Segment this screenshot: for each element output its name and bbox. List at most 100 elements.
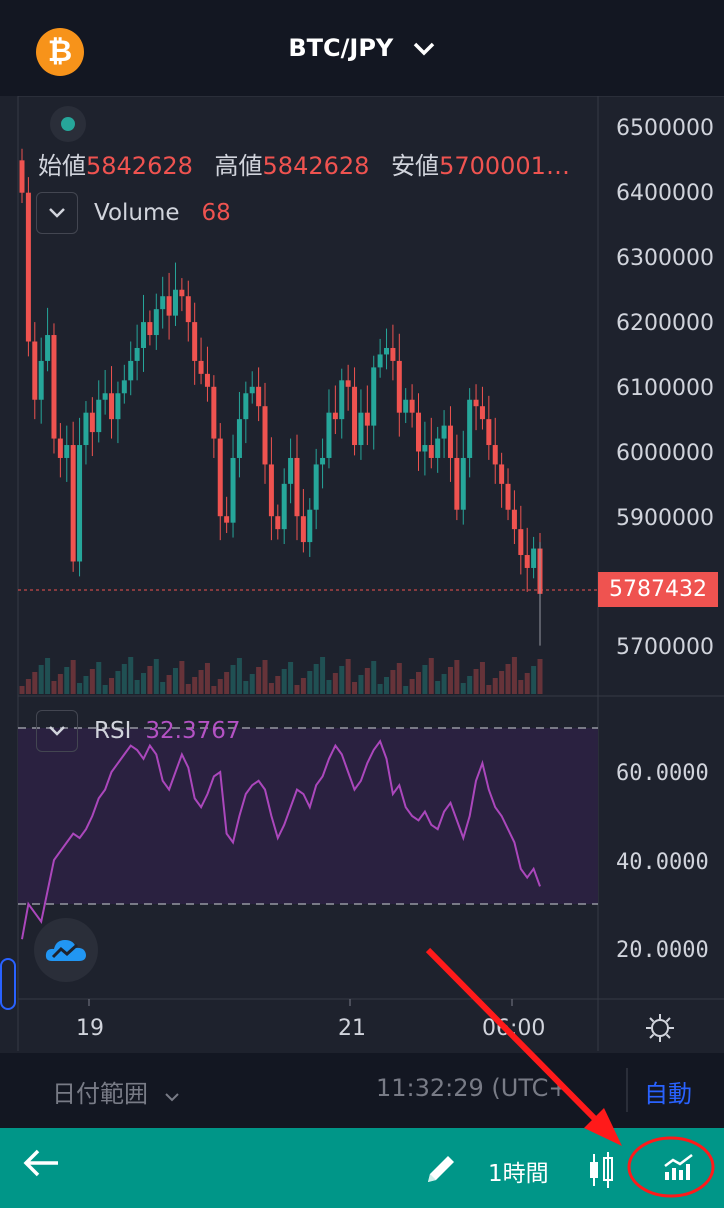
candle-body xyxy=(121,380,127,394)
candle-body xyxy=(352,386,358,446)
volume-bar xyxy=(511,657,517,694)
candle-body xyxy=(492,445,498,465)
candle-body xyxy=(224,516,230,523)
volume-bar xyxy=(115,671,121,694)
back-button[interactable] xyxy=(22,1148,60,1182)
settings-icon[interactable] xyxy=(644,1012,676,1044)
volume-bar xyxy=(313,664,319,694)
auto-scale-button[interactable]: 自動 xyxy=(644,1074,692,1109)
volume-bar xyxy=(96,662,102,694)
chevron-down-icon xyxy=(49,726,65,736)
candle-body xyxy=(403,399,409,413)
rsi-collapse-button[interactable] xyxy=(36,710,78,752)
candle-body xyxy=(447,425,453,458)
candle-body xyxy=(57,438,63,458)
volume-bar xyxy=(185,684,191,694)
candle-body xyxy=(339,380,345,420)
price-tick: 5900000 xyxy=(616,506,714,531)
rsi-label: RSI xyxy=(94,718,132,744)
candle-body xyxy=(19,160,25,193)
drawing-tools-button[interactable] xyxy=(424,1152,458,1190)
candle-body xyxy=(313,464,319,510)
candle-body xyxy=(326,412,332,458)
candle-body xyxy=(192,322,198,361)
volume-bar xyxy=(499,671,505,694)
interval-selector[interactable]: 1時間 xyxy=(488,1154,549,1188)
candle-body xyxy=(454,457,460,510)
candle-body xyxy=(320,457,326,465)
candle-body xyxy=(109,393,115,420)
indicators-icon xyxy=(664,1154,693,1180)
clock-display[interactable]: 11:32:29 (UTC+ xyxy=(376,1074,568,1102)
price-tick: 6100000 xyxy=(616,376,714,401)
volume-bar xyxy=(332,673,338,694)
volume-bar xyxy=(243,681,249,694)
volume-bar xyxy=(479,662,485,694)
volume-bar xyxy=(70,660,76,694)
candle-body xyxy=(275,516,281,530)
candle-body xyxy=(25,192,31,342)
candle-body xyxy=(467,399,473,458)
volume-bar xyxy=(109,678,115,694)
tradingview-logo-button[interactable] xyxy=(34,918,98,982)
candle-body xyxy=(217,438,223,517)
indicators-button[interactable] xyxy=(662,1152,696,1186)
volume-bar xyxy=(524,673,530,694)
candle-body xyxy=(96,399,102,433)
candle-body xyxy=(332,412,338,420)
candle-body xyxy=(441,425,447,439)
candle-body xyxy=(211,386,217,439)
volume-bar xyxy=(256,667,262,694)
candle-body xyxy=(428,445,434,458)
chevron-down-icon xyxy=(164,1093,179,1102)
volume-bar xyxy=(77,683,83,694)
candle-body xyxy=(147,322,153,336)
candle-body xyxy=(396,360,402,413)
volume-bar xyxy=(204,663,210,694)
candle-body xyxy=(166,296,172,316)
candle-body xyxy=(64,445,70,458)
volume-bar xyxy=(339,666,345,694)
volume-bar xyxy=(486,685,492,694)
candle-body xyxy=(364,412,370,426)
volume-bar xyxy=(102,685,108,694)
volume-bar xyxy=(294,685,300,694)
candle-body xyxy=(230,457,236,523)
price-tick: 6500000 xyxy=(616,116,714,141)
volume-bar xyxy=(428,658,434,694)
volume-bar xyxy=(198,670,204,694)
date-range-label: 日付範囲 xyxy=(52,1080,148,1108)
candle-body xyxy=(358,412,364,446)
arrow-left-icon xyxy=(23,1149,58,1177)
volume-bar xyxy=(160,682,166,694)
rsi-tick: 40.0000 xyxy=(616,850,709,875)
candle-body xyxy=(486,419,492,446)
volume-bar xyxy=(121,664,127,694)
candle-body xyxy=(288,457,294,484)
chart-type-button[interactable] xyxy=(588,1150,614,1194)
volume-collapse-button[interactable] xyxy=(36,192,78,234)
volume-bar xyxy=(454,660,460,694)
volume-bar xyxy=(236,658,242,694)
volume-bar xyxy=(179,661,185,694)
candle-body xyxy=(460,457,466,510)
price-tick: 6200000 xyxy=(616,311,714,336)
volume-bar xyxy=(345,659,351,694)
candle-body xyxy=(262,406,268,465)
volume-bar xyxy=(396,663,402,694)
time-tick: 21 xyxy=(338,1016,366,1041)
volume-bar xyxy=(32,672,38,694)
volume-bar xyxy=(262,660,268,694)
candle-body xyxy=(511,509,517,530)
volume-bar xyxy=(537,659,543,694)
volume-bar xyxy=(89,669,95,694)
candle-body xyxy=(435,438,441,458)
volume-bar xyxy=(460,683,466,694)
divider xyxy=(626,1068,628,1112)
scroll-handle[interactable] xyxy=(0,958,16,1010)
symbol-selector[interactable]: BTC/JPY xyxy=(0,34,724,63)
open-value: 5842628 xyxy=(86,152,193,180)
date-range-button[interactable]: 日付範囲 xyxy=(52,1074,180,1109)
volume-bar xyxy=(441,674,447,694)
candle-body xyxy=(307,509,313,543)
